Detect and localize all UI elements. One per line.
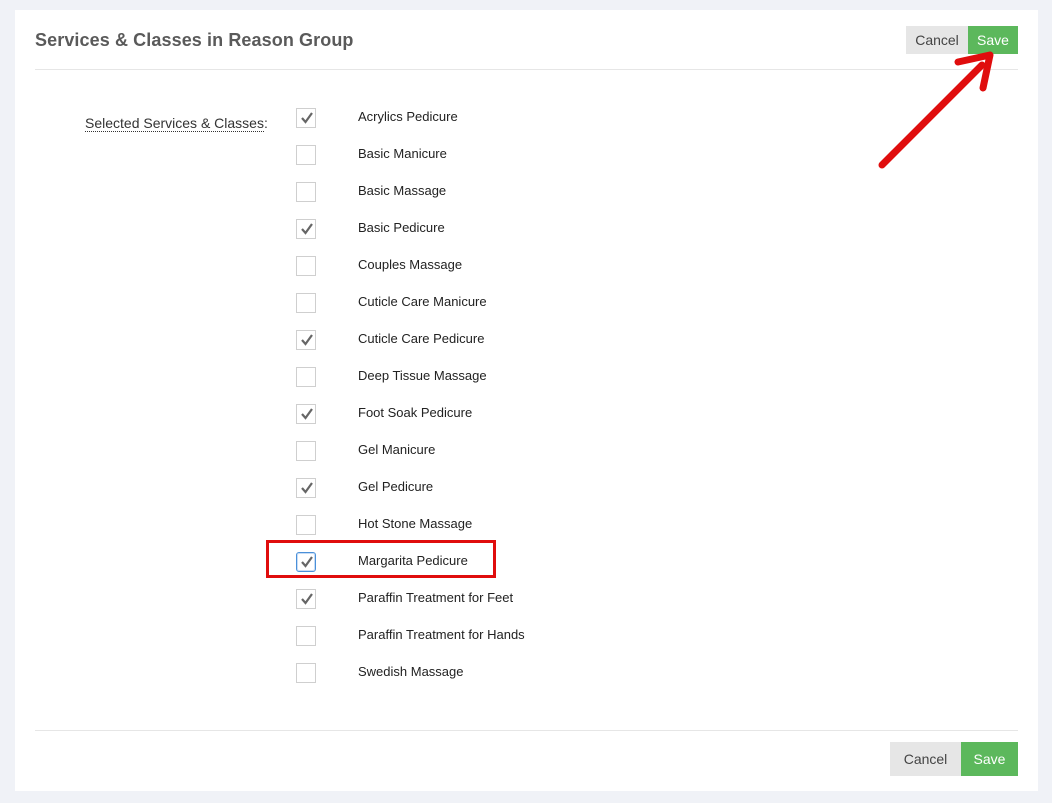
service-label: Swedish Massage <box>358 664 464 679</box>
page-title: Services & Classes in Reason Group <box>35 30 354 50</box>
selected-services-label-text: Selected Services & Classes <box>85 115 264 132</box>
service-checkbox[interactable] <box>296 478 316 498</box>
service-label: Deep Tissue Massage <box>358 368 487 383</box>
service-label: Cuticle Care Manicure <box>358 294 487 309</box>
service-checkbox[interactable] <box>296 367 316 387</box>
reason-group-panel: Services & Classes in Reason Group Cance… <box>15 10 1038 791</box>
service-label: Basic Pedicure <box>358 220 445 235</box>
service-checkbox[interactable] <box>296 515 316 535</box>
footer-save-button[interactable]: Save <box>961 742 1018 776</box>
check-icon <box>301 112 313 124</box>
check-icon <box>301 334 313 346</box>
service-label: Couples Massage <box>358 257 463 272</box>
service-label: Foot Soak Pedicure <box>358 405 473 420</box>
service-checkbox[interactable] <box>296 108 316 128</box>
service-label: Paraffin Treatment for Feet <box>358 590 514 605</box>
service-label: Basic Massage <box>358 183 447 198</box>
service-checkbox[interactable] <box>296 219 316 239</box>
check-icon <box>301 408 313 420</box>
service-checkbox[interactable] <box>296 626 316 646</box>
annotation-arrow <box>878 51 994 169</box>
service-checkbox[interactable] <box>296 441 316 461</box>
service-label: Gel Manicure <box>358 442 436 457</box>
check-icon <box>301 223 313 235</box>
service-checkbox[interactable] <box>296 404 316 424</box>
label-colon: : <box>263 115 268 131</box>
check-icon <box>301 482 313 494</box>
service-label: Acrylics Pedicure <box>358 109 458 124</box>
panel-footer: Cancel Save <box>35 730 1018 792</box>
service-label: Basic Manicure <box>358 146 447 161</box>
service-checkbox[interactable] <box>296 145 316 165</box>
service-label: Paraffin Treatment for Hands <box>358 627 525 642</box>
service-checkbox[interactable] <box>296 663 316 683</box>
selected-services-label: Selected Services & Classes: <box>85 115 268 132</box>
service-checkbox[interactable] <box>296 256 316 276</box>
service-checkbox[interactable] <box>296 182 316 202</box>
annotation-highlight-box <box>266 540 496 578</box>
service-checkbox[interactable] <box>296 330 316 350</box>
service-checkbox[interactable] <box>296 293 316 313</box>
service-label: Hot Stone Massage <box>358 516 473 531</box>
footer-cancel-button[interactable]: Cancel <box>890 742 961 776</box>
check-icon <box>301 593 313 605</box>
service-label: Cuticle Care Pedicure <box>358 331 485 346</box>
service-label: Gel Pedicure <box>358 479 434 494</box>
service-checkbox[interactable] <box>296 589 316 609</box>
